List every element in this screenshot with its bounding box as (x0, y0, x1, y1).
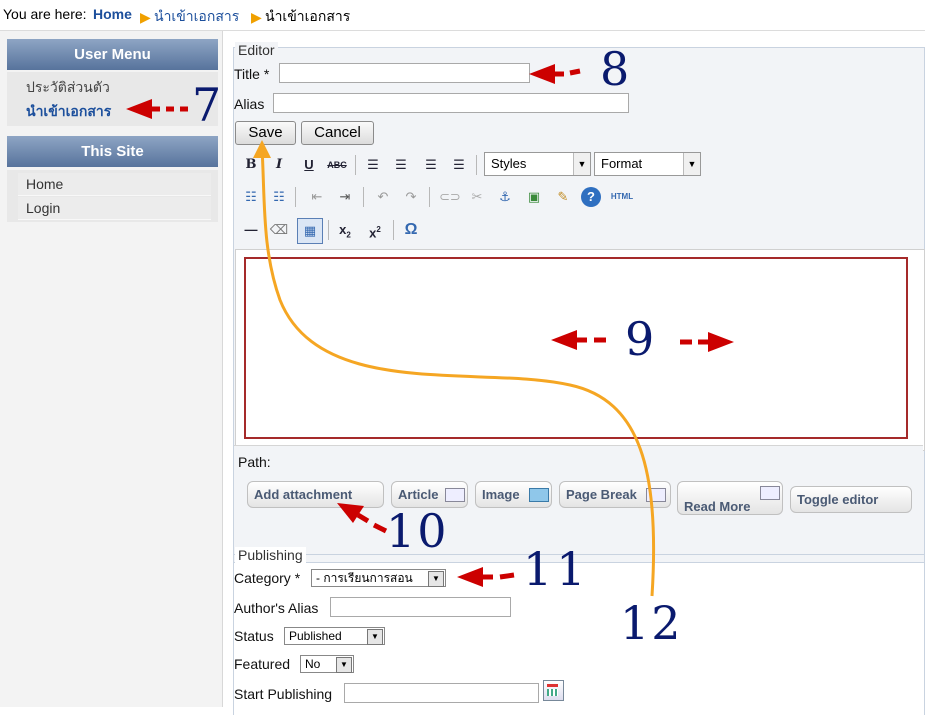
annotation-arrow-9-left (551, 330, 606, 350)
annotation-number-7: 7 (192, 78, 222, 132)
annotation-overlay (126, 64, 734, 597)
annotation-arrowhead-12 (253, 140, 271, 158)
annotation-number-10: 10 (386, 504, 449, 558)
annotation-arrow-7 (126, 99, 188, 119)
annotation-arrow-8 (529, 64, 581, 84)
annotation-arrow-11 (457, 567, 515, 587)
annotation-number-11: 11 (523, 542, 590, 596)
annotation-arrow-10 (337, 503, 388, 534)
annotation-curve-12 (260, 147, 656, 597)
annotation-number-12: 12 (620, 596, 683, 650)
annotation-arrow-9-right (680, 332, 734, 352)
annotation-number-8: 8 (600, 42, 630, 96)
annotation-number-9: 9 (625, 312, 655, 366)
